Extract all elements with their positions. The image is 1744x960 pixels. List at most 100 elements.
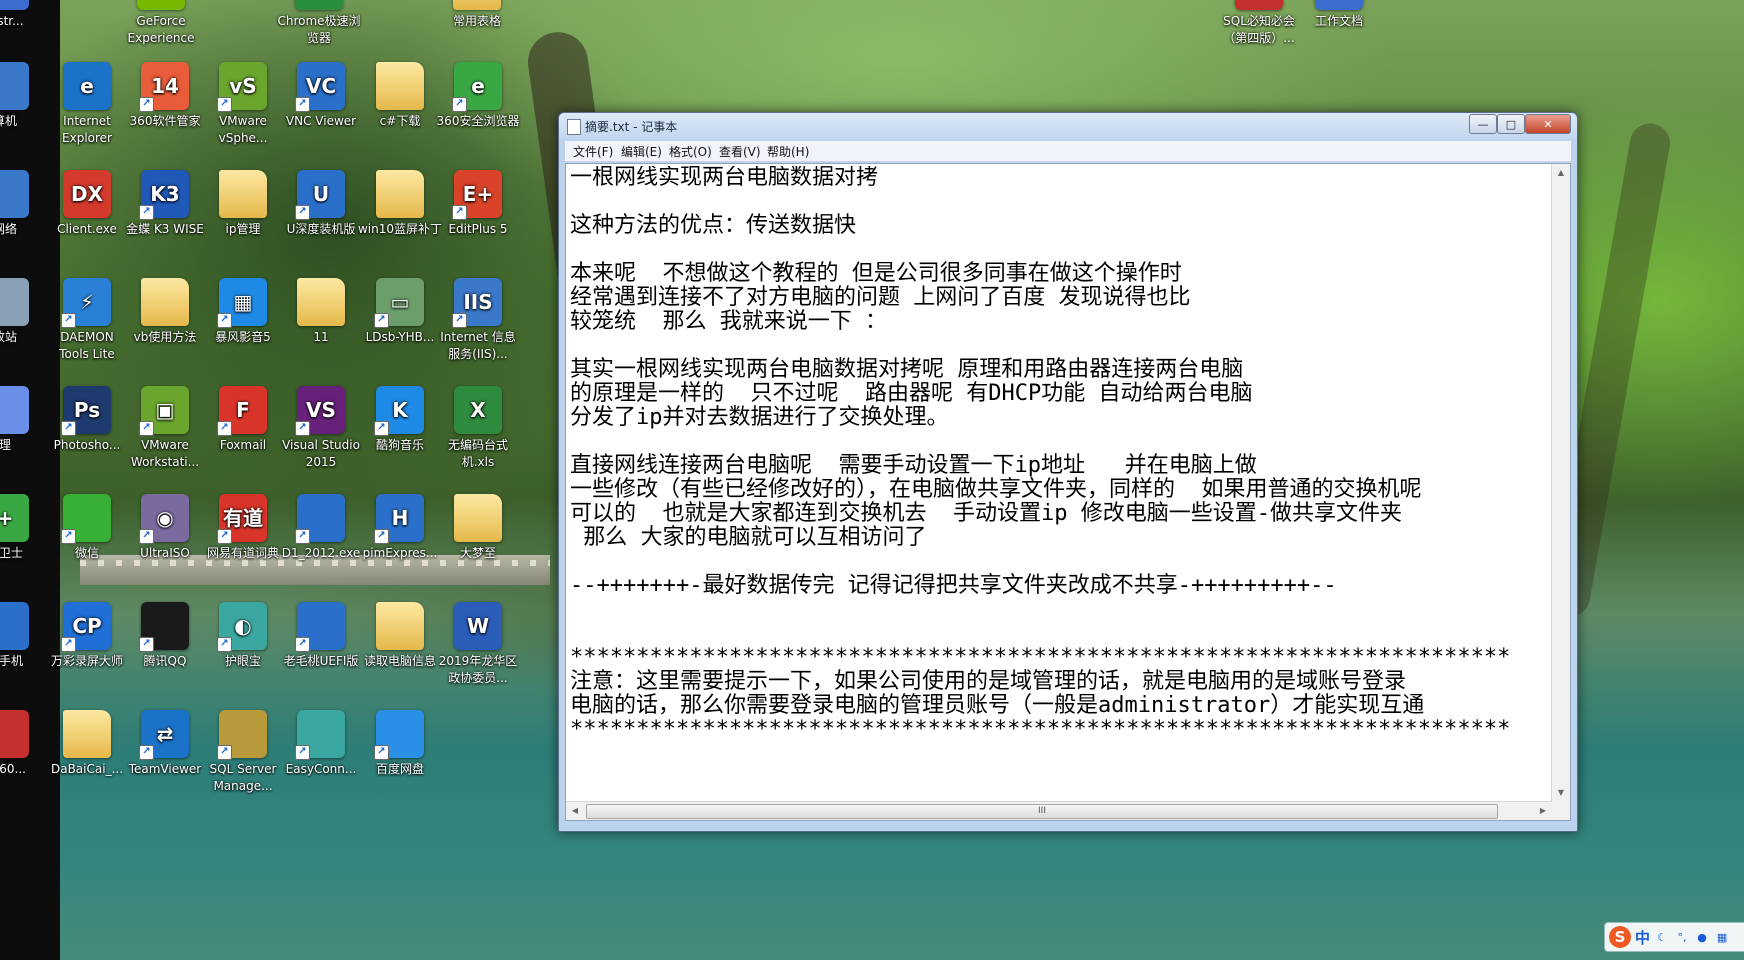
shortcut-arrow-icon: ↗ — [374, 421, 389, 436]
desktop-icon[interactable]: 收站 — [0, 278, 48, 346]
app-icon: ▭ ↗ — [374, 278, 424, 328]
minimize-button[interactable]: — — [1469, 114, 1497, 134]
desktop-icon[interactable]: ◐ ↗ 护眼宝 — [200, 602, 286, 670]
menu-format[interactable]: 格式(O) — [669, 143, 712, 160]
desktop-icon[interactable]: e Internet Explorer — [44, 62, 130, 147]
desktop-icon[interactable]: VC ↗ VNC Viewer — [278, 62, 364, 130]
moon-icon[interactable]: ☾ — [1654, 929, 1670, 945]
app-icon — [0, 170, 29, 218]
desktop-icon[interactable]: ⇄ ↗ TeamViewer — [122, 710, 208, 778]
desktop-icon[interactable]: 理 — [0, 386, 48, 454]
desktop-icon[interactable]: K ↗ 酷狗音乐 — [357, 386, 443, 454]
desktop-icon[interactable]: U ↗ U深度装机版 — [278, 170, 364, 238]
horizontal-scroll-thumb[interactable]: III — [586, 804, 1498, 819]
desktop-icon[interactable]: VS ↗ Visual Studio 2015 — [278, 386, 364, 471]
scroll-up-arrow-icon[interactable]: ▲ — [1552, 164, 1570, 182]
desktop-icon-label: Internet 信息服务(IIS)... — [440, 330, 516, 361]
desktop-icon[interactable]: 网络 — [0, 170, 48, 238]
menu-file[interactable]: 文件(F) — [573, 143, 613, 160]
desktop-icon-label: 酷狗音乐 — [375, 438, 424, 452]
desktop-icon[interactable]: 11 — [278, 278, 364, 346]
menu-view[interactable]: 查看(V) — [719, 143, 761, 160]
desktop-icon[interactable]: vS ↗ VMware vSphe... — [200, 62, 286, 147]
desktop-icon[interactable]: + 全卫士 — [0, 494, 48, 562]
desktop-icon-label: DAEMON Tools Lite — [59, 330, 115, 361]
horizontal-scrollbar[interactable]: ◀ III ▶ — [566, 801, 1552, 820]
desktop-icon[interactable]: ⚡ ↗ DAEMON Tools Lite — [44, 278, 130, 363]
desktop-icon[interactable]: ▣ ↗ VMware Workstati... — [122, 386, 208, 471]
desktop-icon[interactable]: SQL必知必会（第四版）... — [1216, 0, 1302, 47]
vertical-scrollbar[interactable]: ▲ ▼ — [1551, 164, 1570, 802]
mic-icon[interactable]: ● — [1694, 929, 1710, 945]
maximize-button[interactable]: □ — [1497, 114, 1525, 134]
desktop-icon[interactable]: 1760... — [0, 710, 48, 778]
desktop-icon-label: Chrome极速浏览器 — [277, 14, 361, 45]
desktop-icon-label: 老毛桃UEFI版 — [283, 654, 359, 668]
desktop-icon[interactable]: Chrome极速浏览器 — [276, 0, 362, 47]
menu-bar: 文件(F) 编辑(E) 格式(O) 查看(V) 帮助(H) — [565, 141, 1571, 162]
text-editor[interactable]: 一根网线实现两台电脑数据对拷 这种方法的优点：传送数据快 本来呢 不想做这个教程… — [565, 163, 1571, 821]
close-button[interactable]: ✕ — [1525, 114, 1571, 134]
ime-toolbar[interactable]: S 中 ☾ °, ● ▦ — [1604, 922, 1744, 952]
desktop-icon[interactable]: 大梦至 — [435, 494, 521, 562]
notepad-window[interactable]: 摘要.txt - 记事本 — □ ✕ 文件(F) 编辑(E) 格式(O) 查看(… — [558, 112, 1578, 832]
desktop-icon[interactable]: ↗ EasyConn... — [278, 710, 364, 778]
scroll-down-arrow-icon[interactable]: ▼ — [1552, 784, 1570, 802]
app-icon — [137, 0, 185, 10]
desktop-icon[interactable]: E+ ↗ EditPlus 5 — [435, 170, 521, 238]
menu-edit[interactable]: 编辑(E) — [621, 143, 662, 160]
desktop-icon[interactable]: 助手机 — [0, 602, 48, 670]
desktop-icon[interactable]: win10蓝屏补丁 — [357, 170, 443, 238]
desktop-icon[interactable]: nistr... — [0, 0, 48, 30]
punct-icon[interactable]: °, — [1674, 929, 1690, 945]
desktop-icon[interactable]: e ↗ 360安全浏览器 — [435, 62, 521, 130]
desktop-icon-label: 全卫士 — [0, 546, 23, 560]
desktop-icon[interactable]: ↗ SQL Server Manage... — [200, 710, 286, 795]
desktop-icon[interactable]: 常用表格 — [434, 0, 520, 30]
desktop-icon[interactable]: vb使用方法 — [122, 278, 208, 346]
desktop-icon[interactable]: W 2019年龙华区政协委员... — [435, 602, 521, 687]
app-icon: Ps ↗ — [61, 386, 111, 436]
desktop-icon[interactable]: ◉ ↗ UltraISO — [122, 494, 208, 562]
desktop-icon[interactable]: ip管理 — [200, 170, 286, 238]
desktop-icon[interactable]: X 无编码台式机.xls — [435, 386, 521, 471]
desktop-icon[interactable]: c#下载 — [357, 62, 443, 130]
desktop-icon-label: EasyConn... — [285, 762, 357, 776]
ime-language-toggle[interactable]: 中 — [1635, 927, 1650, 948]
desktop-icon[interactable]: 有道 ↗ 网易有道词典 — [200, 494, 286, 562]
shortcut-arrow-icon: ↗ — [295, 637, 310, 652]
desktop-icon[interactable]: GeForce Experience — [118, 0, 204, 47]
desktop-icon[interactable]: IIS ↗ Internet 信息服务(IIS)... — [435, 278, 521, 363]
desktop-icon[interactable]: Ps ↗ Photosho... — [44, 386, 130, 454]
scroll-left-arrow-icon[interactable]: ◀ — [566, 802, 584, 820]
desktop-icon[interactable]: ↗ D1_2012.exe — [278, 494, 364, 562]
desktop-icon[interactable]: H ↗ pimExpres... — [357, 494, 443, 562]
desktop-icon[interactable]: 读取电脑信息 — [357, 602, 443, 670]
desktop-icon[interactable]: K3 ↗ 金蝶 K3 WISE — [122, 170, 208, 238]
desktop-icon[interactable]: ↗ 老毛桃UEFI版 — [278, 602, 364, 670]
keyboard-icon[interactable]: ▦ — [1714, 929, 1730, 945]
shortcut-arrow-icon: ↗ — [139, 421, 154, 436]
desktop-icon[interactable]: ▦ ↗ 暴风影音5 — [200, 278, 286, 346]
sogou-logo-icon[interactable]: S — [1609, 926, 1631, 948]
desktop-icon-label: U深度装机版 — [286, 222, 356, 236]
desktop-icon[interactable]: CP ↗ 万彩录屏大师 — [44, 602, 130, 670]
desktop-icon[interactable]: 14 ↗ 360软件管家 — [122, 62, 208, 130]
window-titlebar[interactable]: 摘要.txt - 记事本 — □ ✕ — [559, 113, 1577, 139]
scroll-right-arrow-icon[interactable]: ▶ — [1534, 802, 1552, 820]
desktop-icon[interactable]: ↗ 微信 — [44, 494, 130, 562]
desktop-icon[interactable]: ↗ 百度网盘 — [357, 710, 443, 778]
desktop-icon[interactable]: 工作文档 — [1296, 0, 1382, 30]
desktop-icon-label: LDsb-YHB... — [365, 330, 435, 344]
desktop-icon[interactable]: DaBaiCai_... — [44, 710, 130, 778]
menu-help[interactable]: 帮助(H) — [767, 143, 809, 160]
desktop-icon[interactable]: F ↗ Foxmail — [200, 386, 286, 454]
desktop-icon[interactable]: DX Client.exe — [44, 170, 130, 238]
desktop-icon-label: 收站 — [0, 330, 17, 344]
document-text[interactable]: 一根网线实现两台电脑数据对拷 这种方法的优点：传送数据快 本来呢 不想做这个教程… — [570, 166, 1548, 800]
desktop-icon[interactable]: ↗ 腾讯QQ — [122, 602, 208, 670]
desktop-icon[interactable]: 算机 — [0, 62, 48, 130]
desktop-icon[interactable]: ▭ ↗ LDsb-YHB... — [357, 278, 443, 346]
folder-icon — [141, 278, 189, 326]
desktop-icon-label: DaBaiCai_... — [50, 762, 124, 776]
